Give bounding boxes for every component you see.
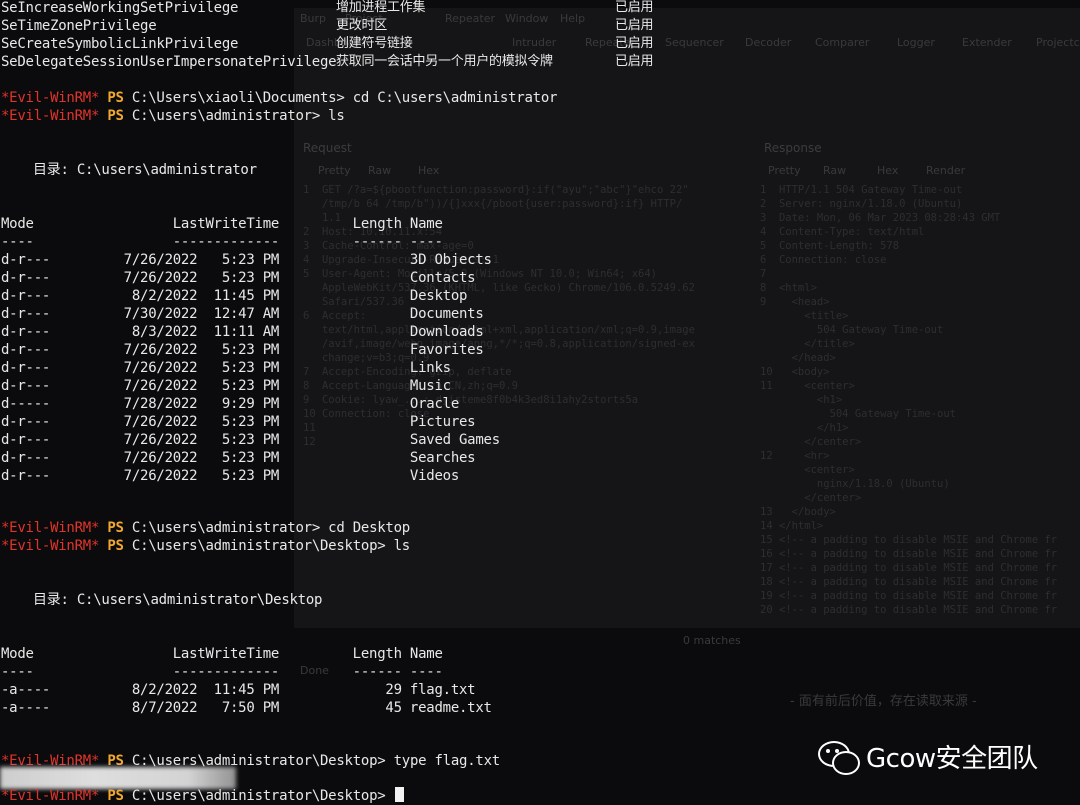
listing-row: d-r--- 7/26/2022 5:23 PM 3D Objects	[1, 252, 492, 268]
prompt-tag: *Evil-WinRM*	[1, 90, 100, 106]
watermark: Gcow安全团队	[818, 738, 1038, 775]
directory-label: 目录: C:\users\administrator	[33, 162, 257, 178]
listing-separator: ---- ------------- ------ ----	[1, 664, 443, 680]
privilege-row: SeIncreaseWorkingSetPrivilege 增加进程工作集 已启用	[1, 0, 654, 17]
privilege-desc: 创建符号链接	[336, 36, 413, 51]
privilege-name: SeDelegateSessionUserImpersonatePrivileg…	[1, 54, 337, 70]
listing-header: Mode LastWriteTime Length Name	[1, 216, 443, 232]
command-text: C:\users\administrator\Desktop> ls	[131, 538, 410, 554]
prompt-ps: PS	[107, 108, 124, 124]
listing-row: d-r--- 7/30/2022 12:47 AM Documents	[1, 306, 484, 322]
listing-row: d-r--- 8/3/2022 11:11 AM Downloads	[1, 324, 484, 340]
listing-separator: ---- ------------- ------ ----	[1, 234, 443, 250]
listing-row: d-r--- 7/26/2022 5:23 PM Contacts	[1, 270, 476, 286]
privilege-desc: 更改时区	[336, 18, 388, 33]
listing-row: -a---- 8/2/2022 11:45 PM 29 flag.txt	[1, 682, 476, 698]
prompt-tag: *Evil-WinRM*	[1, 108, 100, 124]
privilege-row: SeDelegateSessionUserImpersonatePrivileg…	[1, 53, 654, 71]
listing-row: -a---- 8/7/2022 7:50 PM 45 readme.txt	[1, 700, 492, 716]
privilege-state: 已启用	[615, 18, 654, 33]
privilege-desc: 获取同一会话中另一个用户的模拟令牌	[336, 54, 553, 69]
listing-row: d-r--- 8/2/2022 11:45 PM Desktop	[1, 288, 468, 304]
privilege-desc: 增加进程工作集	[336, 0, 426, 15]
listing-row: d-r--- 7/26/2022 5:23 PM Pictures	[1, 414, 476, 430]
directory-label: 目录: C:\users\administrator\Desktop	[33, 592, 323, 608]
prompt-line: *Evil-WinRM* PS C:\Users\xiaoli\Document…	[1, 89, 557, 107]
prompt-line[interactable]: *Evil-WinRM* PS C:\users\administrator\D…	[1, 787, 404, 805]
text-cursor	[394, 787, 404, 802]
wechat-icon	[818, 739, 862, 775]
command-text: C:\users\administrator> ls	[131, 108, 345, 124]
listing-row: d-r--- 7/26/2022 5:23 PM Videos	[1, 468, 460, 484]
listing-row: d-r--- 7/26/2022 5:23 PM Music	[1, 378, 451, 394]
command-text: C:\Users\xiaoli\Documents> cd C:\users\a…	[131, 90, 558, 106]
prompt-tag: *Evil-WinRM*	[1, 520, 100, 536]
listing-row: d-r--- 7/26/2022 5:23 PM Favorites	[1, 342, 484, 358]
prompt-tag: *Evil-WinRM*	[1, 538, 100, 554]
redacted-flag-output	[0, 767, 236, 789]
listing-row: d----- 7/28/2022 9:29 PM Oracle	[1, 396, 460, 412]
privilege-state: 已启用	[615, 36, 654, 51]
privilege-row: SeTimeZonePrivilege 更改时区 已启用	[1, 17, 654, 35]
listing-row: d-r--- 7/26/2022 5:23 PM Searches	[1, 450, 476, 466]
terminal[interactable]: SeIncreaseWorkingSetPrivilege 增加进程工作集 已启用 …	[0, 0, 1080, 805]
privilege-state: 已启用	[615, 54, 654, 69]
watermark-text: Gcow安全团队	[866, 744, 1038, 774]
prompt-ps: PS	[107, 90, 124, 106]
listing-row: d-r--- 7/26/2022 5:23 PM Saved Games	[1, 432, 500, 448]
listing-row: d-r--- 7/26/2022 5:23 PM Links	[1, 360, 451, 376]
prompt-ps: PS	[107, 520, 124, 536]
listing-header: Mode LastWriteTime Length Name	[1, 646, 443, 662]
prompt-line: *Evil-WinRM* PS C:\users\administrator\D…	[1, 537, 410, 555]
privilege-row: SeCreateSymbolicLinkPrivilege 创建符号链接 已启用	[1, 35, 654, 53]
prompt-ps: PS	[107, 538, 124, 554]
command-text: C:\users\administrator> cd Desktop	[131, 520, 410, 536]
privilege-name: SeIncreaseWorkingSetPrivilege	[1, 0, 239, 16]
privilege-name: SeCreateSymbolicLinkPrivilege	[1, 36, 239, 52]
privilege-name: SeTimeZonePrivilege	[1, 18, 157, 34]
privilege-state: 已启用	[615, 0, 654, 15]
prompt-line: *Evil-WinRM* PS C:\users\administrator> …	[1, 107, 345, 125]
prompt-line: *Evil-WinRM* PS C:\users\administrator> …	[1, 519, 410, 537]
